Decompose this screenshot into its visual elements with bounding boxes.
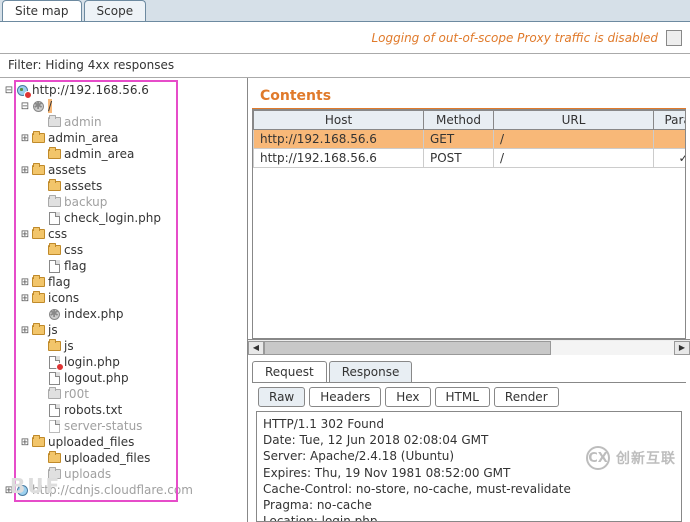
tree-toggle[interactable]: ⊞ [20, 165, 30, 176]
tree-item[interactable]: admin [64, 115, 102, 129]
globe-icon [14, 83, 30, 97]
tree-toggle[interactable]: ⊞ [20, 277, 30, 288]
scroll-right-icon[interactable]: ▶ [674, 341, 690, 355]
tab-response[interactable]: Response [329, 361, 413, 382]
tree-item[interactable]: js [48, 323, 58, 337]
file-icon [46, 371, 62, 385]
tab-headers[interactable]: Headers [309, 387, 381, 407]
folder-icon [46, 339, 62, 353]
tree-item[interactable]: js [64, 339, 74, 353]
tab-request[interactable]: Request [252, 361, 327, 382]
tree-toggle[interactable]: ⊞ [20, 293, 30, 304]
response-body[interactable]: HTTP/1.1 302 Found Date: Tue, 12 Jun 201… [256, 411, 682, 522]
gear-icon [46, 307, 62, 321]
table-row[interactable]: http://192.168.56.6 POST / ✓ [254, 149, 687, 168]
tree-item[interactable]: uploaded_files [64, 451, 150, 465]
tab-sitemap[interactable]: Site map [2, 0, 82, 21]
tree-item[interactable]: r00t [64, 387, 89, 401]
tree-toggle[interactable]: ⊞ [20, 229, 30, 240]
folder-icon [30, 163, 46, 177]
tree-item[interactable]: robots.txt [64, 403, 122, 417]
tree-toggle[interactable]: ⊟ [4, 85, 14, 96]
tab-html[interactable]: HTML [435, 387, 490, 407]
folder-icon [46, 179, 62, 193]
tree-item[interactable]: admin_area [64, 147, 134, 161]
file-icon [46, 355, 62, 369]
tree-item[interactable]: uploads [64, 467, 111, 481]
globe-icon [14, 483, 30, 497]
tab-hex[interactable]: Hex [385, 387, 430, 407]
folder-icon [30, 291, 46, 305]
tree-item[interactable]: assets [64, 179, 102, 193]
folder-icon [46, 147, 62, 161]
file-icon [46, 403, 62, 417]
folder-icon [30, 227, 46, 241]
col-url[interactable]: URL [494, 111, 654, 130]
folder-icon [46, 243, 62, 257]
file-icon [46, 419, 62, 433]
file-icon [46, 259, 62, 273]
table-row[interactable]: http://192.168.56.6 GET / [254, 130, 687, 149]
folder-icon [30, 131, 46, 145]
warning-action-button[interactable] [666, 30, 682, 46]
tree-item[interactable]: admin_area [48, 131, 118, 145]
tree-item[interactable]: assets [48, 163, 86, 177]
tree-toggle[interactable]: ⊞ [20, 325, 30, 336]
tree-item[interactable]: check_login.php [64, 211, 161, 225]
scroll-left-icon[interactable]: ◀ [248, 341, 264, 355]
folder-icon [46, 195, 62, 209]
tree-item[interactable]: server-status [64, 419, 142, 433]
tab-scope[interactable]: Scope [84, 0, 147, 21]
file-icon [46, 211, 62, 225]
tree-item[interactable]: flag [64, 259, 87, 273]
scroll-thumb[interactable] [264, 341, 551, 355]
tree-item[interactable]: logout.php [64, 371, 129, 385]
col-method[interactable]: Method [424, 111, 494, 130]
tree-item[interactable]: backup [64, 195, 107, 209]
tree-toggle[interactable]: ⊟ [20, 101, 30, 112]
gear-icon [30, 99, 46, 113]
tree-toggle[interactable]: ⊞ [20, 437, 30, 448]
tree-root-path[interactable]: / [48, 99, 52, 113]
tree-item[interactable]: css [48, 227, 67, 241]
folder-icon [30, 435, 46, 449]
proxy-warning: Logging of out-of-scope Proxy traffic is… [371, 31, 658, 45]
contents-heading: Contents [252, 82, 686, 109]
col-host[interactable]: Host [254, 111, 424, 130]
contents-table[interactable]: Host Method URL Param http://192.168.56.… [252, 109, 686, 339]
folder-icon [30, 323, 46, 337]
folder-icon [46, 451, 62, 465]
tree-item[interactable]: index.php [64, 307, 123, 321]
tree-host[interactable]: http://192.168.56.6 [32, 83, 149, 97]
tree-toggle[interactable]: ⊞ [20, 133, 30, 144]
filter-bar[interactable]: Filter: Hiding 4xx responses [0, 54, 690, 78]
folder-icon [46, 115, 62, 129]
site-tree[interactable]: ⊟http://192.168.56.6 ⊟/ admin ⊞admin_are… [0, 78, 248, 522]
folder-icon [46, 467, 62, 481]
tree-item[interactable]: login.php [64, 355, 120, 369]
tree-item[interactable]: flag [48, 275, 71, 289]
tree-item[interactable]: icons [48, 291, 79, 305]
col-params[interactable]: Param [654, 111, 687, 130]
folder-icon [46, 387, 62, 401]
h-scrollbar[interactable]: ◀ ▶ [248, 339, 690, 355]
tree-toggle[interactable]: ⊞ [4, 485, 14, 496]
tree-item[interactable]: uploaded_files [48, 435, 134, 449]
folder-icon [30, 275, 46, 289]
tree-item[interactable]: css [64, 243, 83, 257]
tab-raw[interactable]: Raw [258, 387, 305, 407]
tree-host[interactable]: http://cdnjs.cloudflare.com [32, 483, 193, 497]
tab-render[interactable]: Render [494, 387, 559, 407]
